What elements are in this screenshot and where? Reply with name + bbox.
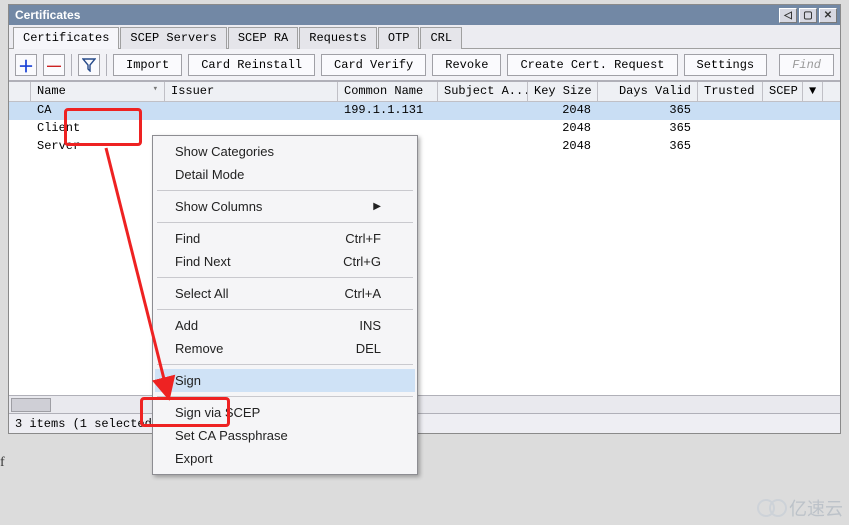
menu-separator [157,222,413,223]
col-issuer[interactable]: Issuer [165,82,338,101]
menu-sign[interactable]: Sign [155,369,415,392]
menu-find[interactable]: FindCtrl+F [155,227,415,250]
menu-separator [157,309,413,310]
tab-otp[interactable]: OTP [378,27,420,49]
menu-separator [157,277,413,278]
tab-certificates[interactable]: Certificates [13,27,119,49]
tab-scep-ra[interactable]: SCEP RA [228,27,298,49]
settings-button[interactable]: Settings [684,54,768,76]
context-menu: Show Categories Detail Mode Show Columns… [152,135,418,475]
watermark-ring-icon [769,499,787,517]
menu-export[interactable]: Export [155,447,415,470]
grid-rows: CA 199.1.1.131 2048 365 Client 2048 365 [9,102,840,395]
col-subject-alt[interactable]: Subject A... [438,82,528,101]
import-button[interactable]: Import [113,54,182,76]
menu-remove[interactable]: RemoveDEL [155,337,415,360]
menu-add[interactable]: AddINS [155,314,415,337]
titlebar-close-icon[interactable]: ✕ [819,8,837,23]
separator [106,54,107,76]
tab-crl[interactable]: CRL [420,27,462,49]
col-dropdown-icon[interactable]: ▼ [803,82,823,101]
col-key-size[interactable]: Key Size [528,82,598,101]
menu-sign-via-scep[interactable]: Sign via SCEP [155,401,415,424]
revoke-button[interactable]: Revoke [432,54,501,76]
tab-requests[interactable]: Requests [299,27,377,49]
window-title: Certificates [15,8,80,22]
col-name[interactable]: Name ▾ [31,82,165,101]
toolbar: ＋ — Import Card Reinstall Card Verify Re… [9,49,840,81]
table-row[interactable]: CA 199.1.1.131 2048 365 [9,102,840,120]
menu-separator [157,364,413,365]
menu-find-next[interactable]: Find NextCtrl+G [155,250,415,273]
table-row[interactable]: Client 2048 365 [9,120,840,138]
menu-set-ca-passphrase[interactable]: Set CA Passphrase [155,424,415,447]
find-button[interactable]: Find [779,54,834,76]
watermark-text: 亿速云 [789,495,843,521]
remove-icon[interactable]: — [43,54,65,76]
col-scep[interactable]: SCEP [763,82,803,101]
menu-show-categories[interactable]: Show Categories [155,140,415,163]
certificates-window: Certificates ◁ ▢ ✕ Certificates SCEP Ser… [8,4,841,434]
status-text: 3 items (1 selected) [15,417,159,431]
card-verify-button[interactable]: Card Verify [321,54,426,76]
titlebar[interactable]: Certificates ◁ ▢ ✕ [9,5,840,25]
submenu-arrow-icon: ▶ [373,201,381,212]
col-common-name[interactable]: Common Name [338,82,438,101]
menu-select-all[interactable]: Select AllCtrl+A [155,282,415,305]
create-cert-request-button[interactable]: Create Cert. Request [507,54,677,76]
separator [71,54,72,76]
watermark: 亿速云 [757,495,843,521]
tab-scep-servers[interactable]: SCEP Servers [120,27,226,49]
table-row[interactable]: Server 2048 365 [9,138,840,156]
menu-separator [157,190,413,191]
card-reinstall-button[interactable]: Card Reinstall [188,54,315,76]
col-trusted[interactable]: Trusted [698,82,763,101]
menu-show-columns[interactable]: Show Columns ▶ [155,195,415,218]
stray-letter: f [0,455,5,471]
titlebar-back-icon[interactable]: ◁ [779,8,797,23]
certificates-grid: Name ▾ Issuer Common Name Subject A... K… [9,81,840,413]
scroll-thumb[interactable] [11,398,51,412]
titlebar-buttons: ◁ ▢ ✕ [779,8,840,23]
col-selector[interactable] [9,82,31,101]
menu-separator [157,396,413,397]
menu-detail-mode[interactable]: Detail Mode [155,163,415,186]
sort-indicator-icon: ▾ [153,84,158,94]
titlebar-max-icon[interactable]: ▢ [799,8,817,23]
statusbar: 3 items (1 selected) [9,413,840,433]
column-headers: Name ▾ Issuer Common Name Subject A... K… [9,82,840,102]
filter-icon[interactable] [78,54,100,76]
tab-bar: Certificates SCEP Servers SCEP RA Reques… [9,25,840,49]
col-days-valid[interactable]: Days Valid [598,82,698,101]
horizontal-scrollbar[interactable] [9,395,840,413]
add-icon[interactable]: ＋ [15,54,37,76]
